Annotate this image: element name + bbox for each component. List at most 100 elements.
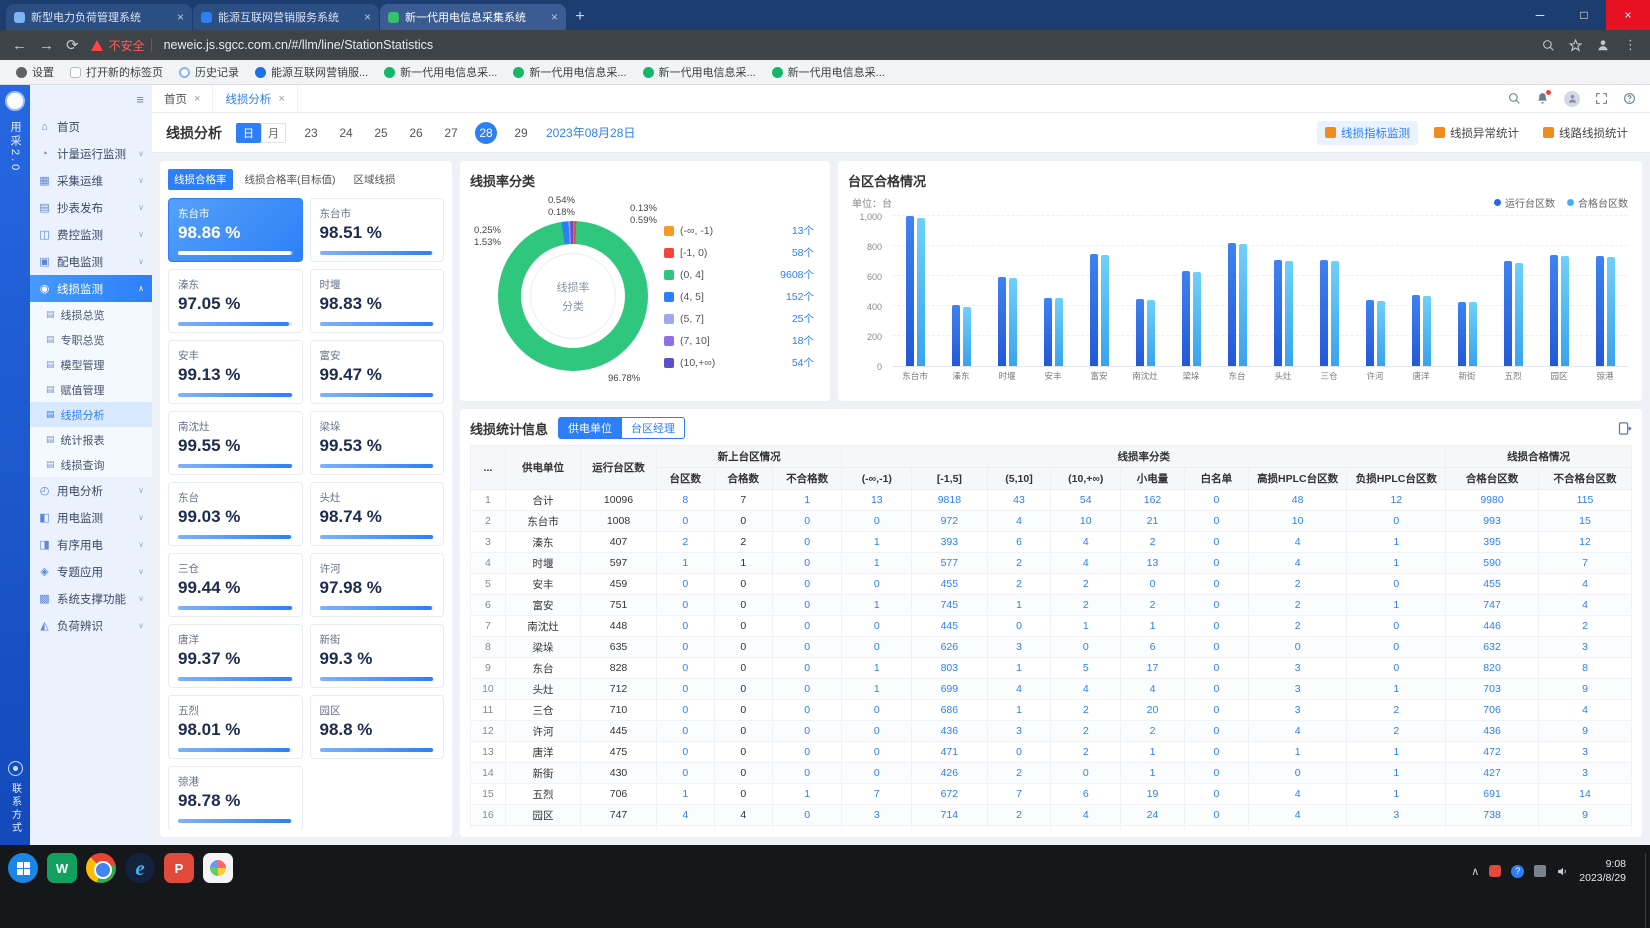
rate-card[interactable]: 南沈灶99.55 % bbox=[168, 411, 303, 475]
legend-item[interactable]: (0, 4]9608个 bbox=[664, 267, 814, 282]
table-row[interactable]: 1合计100968711398184354162048129980115 bbox=[471, 490, 1632, 511]
table-row[interactable]: 15五烈7061017672761904169114 bbox=[471, 784, 1632, 805]
month-toggle[interactable]: 月 bbox=[261, 123, 286, 143]
bar[interactable] bbox=[1458, 302, 1466, 366]
table-row[interactable]: 7南沈灶44800004450110204462 bbox=[471, 616, 1632, 637]
bar-legend-item[interactable]: 合格台区数 bbox=[1567, 195, 1628, 210]
help-icon[interactable] bbox=[1623, 92, 1636, 105]
chrome-icon[interactable] bbox=[86, 853, 116, 883]
sidebar-subitem[interactable]: ▤模型管理 bbox=[30, 352, 152, 377]
start-button[interactable] bbox=[8, 853, 38, 883]
selected-date-text[interactable]: 2023年08月28日 bbox=[546, 124, 635, 141]
rate-card[interactable]: 新街99.3 % bbox=[310, 624, 445, 688]
sidebar-item[interactable]: ◨有序用电∨ bbox=[30, 531, 152, 558]
sidebar-subitem[interactable]: ▤专职总览 bbox=[30, 327, 152, 352]
forward-icon[interactable]: → bbox=[39, 37, 54, 54]
rate-card[interactable]: 安丰99.13 % bbox=[168, 340, 303, 404]
bar[interactable] bbox=[1009, 278, 1017, 366]
rate-card[interactable]: 东台市98.86 % bbox=[168, 198, 303, 262]
contact-label[interactable]: 联系方式 bbox=[8, 783, 23, 835]
rate-card[interactable]: 富安99.47 % bbox=[310, 340, 445, 404]
browser-tab[interactable]: 新型电力负荷管理系统× bbox=[6, 4, 192, 30]
sidebar-subitem[interactable]: ▤赋值管理 bbox=[30, 377, 152, 402]
bar[interactable] bbox=[963, 307, 971, 366]
table-row[interactable]: 3溱东407220139364204139512 bbox=[471, 532, 1632, 553]
tab-close-icon[interactable]: × bbox=[364, 10, 371, 24]
tray-pen-icon[interactable] bbox=[1534, 865, 1546, 877]
wps-icon[interactable]: W bbox=[47, 853, 77, 883]
contact-icon[interactable] bbox=[8, 761, 23, 776]
bar[interactable] bbox=[1136, 299, 1144, 366]
date-option[interactable]: 27 bbox=[440, 122, 462, 144]
page-tab[interactable]: 首页× bbox=[152, 85, 213, 112]
sidebar-item[interactable]: ▦采集运维∨ bbox=[30, 167, 152, 194]
presentation-icon[interactable]: P bbox=[164, 853, 194, 883]
date-option[interactable]: 26 bbox=[405, 122, 427, 144]
sidebar-item[interactable]: ◉线损监测∧ bbox=[30, 275, 152, 302]
profile-icon[interactable] bbox=[1596, 38, 1610, 52]
app-logo[interactable] bbox=[5, 91, 25, 111]
sidebar-subitem[interactable]: ▤线损查询 bbox=[30, 452, 152, 477]
bar[interactable] bbox=[1044, 298, 1052, 366]
minimize-button[interactable]: ─ bbox=[1518, 0, 1562, 30]
bar[interactable] bbox=[1055, 298, 1063, 366]
bar[interactable] bbox=[1239, 244, 1247, 366]
legend-item[interactable]: (10,+∞)54个 bbox=[664, 355, 814, 370]
sidebar-item[interactable]: ⌂首页 bbox=[30, 113, 152, 140]
bookmark-item[interactable]: 打开新的标签页 bbox=[64, 62, 169, 82]
user-avatar[interactable] bbox=[1564, 91, 1580, 107]
bookmark-item[interactable]: 设置 bbox=[10, 62, 60, 82]
table-row[interactable]: 9东台828000180315170308208 bbox=[471, 658, 1632, 679]
paint-icon[interactable] bbox=[203, 853, 233, 883]
bar[interactable] bbox=[1331, 261, 1339, 366]
rate-card[interactable]: 溱东97.05 % bbox=[168, 269, 303, 333]
toolbar-button[interactable]: 线损异常统计 bbox=[1426, 121, 1527, 145]
bar[interactable] bbox=[1515, 263, 1523, 366]
date-option[interactable]: 29 bbox=[510, 122, 532, 144]
sidebar-item[interactable]: ▣配电监测∨ bbox=[30, 248, 152, 275]
toggle-supply-unit[interactable]: 供电单位 bbox=[558, 417, 622, 439]
date-option[interactable]: 28 bbox=[475, 122, 497, 144]
bookmark-item[interactable]: 新一代用电信息采... bbox=[766, 62, 891, 82]
bar[interactable] bbox=[1274, 260, 1282, 366]
tab-region-loss[interactable]: 区域线损 bbox=[348, 169, 402, 190]
table-row[interactable]: 14新街43000004262010014273 bbox=[471, 763, 1632, 784]
loss-donut[interactable]: 线损率 分类 bbox=[498, 221, 648, 371]
bar[interactable] bbox=[952, 305, 960, 366]
sidebar-item[interactable]: ▩系统支撑功能∨ bbox=[30, 585, 152, 612]
bar[interactable] bbox=[1607, 257, 1615, 366]
rate-card[interactable]: 唐洋99.37 % bbox=[168, 624, 303, 688]
legend-item[interactable]: [-1, 0)58个 bbox=[664, 245, 814, 260]
fullscreen-icon[interactable] bbox=[1595, 92, 1608, 105]
bar[interactable] bbox=[1182, 271, 1190, 366]
rate-card[interactable]: 园区98.8 % bbox=[310, 695, 445, 759]
date-option[interactable]: 23 bbox=[300, 122, 322, 144]
bookmark-item[interactable]: 新一代用电信息采... bbox=[378, 62, 503, 82]
bar-legend-item[interactable]: 运行台区数 bbox=[1494, 195, 1555, 210]
bar[interactable] bbox=[1285, 261, 1293, 366]
sidebar-item[interactable]: ◈专题应用∨ bbox=[30, 558, 152, 585]
sidebar-collapse-icon[interactable]: ≡ bbox=[136, 92, 144, 107]
legend-item[interactable]: (5, 7]25个 bbox=[664, 311, 814, 326]
toggle-station-manager[interactable]: 台区经理 bbox=[622, 417, 685, 439]
table-row[interactable]: 5安丰45900004552200204554 bbox=[471, 574, 1632, 595]
bookmark-item[interactable]: 历史记录 bbox=[173, 62, 245, 82]
bar[interactable] bbox=[1147, 300, 1155, 366]
security-chip[interactable]: 不安全 bbox=[91, 37, 152, 54]
table-row[interactable]: 6富安75100017451220217474 bbox=[471, 595, 1632, 616]
tab-close-icon[interactable]: × bbox=[177, 10, 184, 24]
bar[interactable] bbox=[1550, 255, 1558, 366]
sidebar-subitem[interactable]: ▤线损分析 bbox=[30, 402, 152, 427]
rate-card[interactable]: 头灶98.74 % bbox=[310, 482, 445, 546]
sidebar-item[interactable]: ▤抄表发布∨ bbox=[30, 194, 152, 221]
bar[interactable] bbox=[1193, 272, 1201, 366]
toolbar-button[interactable]: 线路线损统计 bbox=[1535, 121, 1636, 145]
sidebar-item[interactable]: ◧用电监测∨ bbox=[30, 504, 152, 531]
bar[interactable] bbox=[1366, 300, 1374, 366]
bar[interactable] bbox=[1469, 302, 1477, 366]
page-tab-close-icon[interactable]: × bbox=[194, 93, 200, 105]
back-icon[interactable]: ← bbox=[12, 37, 27, 54]
tray-expand-icon[interactable]: ∧ bbox=[1471, 865, 1479, 878]
bell-icon[interactable] bbox=[1536, 92, 1549, 105]
sidebar-item[interactable]: ◫费控监测∨ bbox=[30, 221, 152, 248]
